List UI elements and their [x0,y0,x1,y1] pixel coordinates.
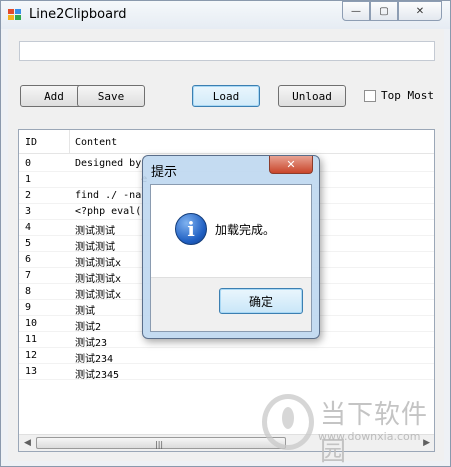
column-divider[interactable] [69,130,70,154]
window-title: Line2Clipboard [29,7,127,22]
dialog-body: i 加载完成。 确定 [150,184,312,332]
list-item-content: 测试23 [75,338,108,349]
list-item-content: 测试测试 [75,226,115,237]
scroll-thumb[interactable]: ||| [36,437,286,449]
list-item[interactable]: 12 测试234 [19,348,434,365]
list-item-id: 5 [25,238,32,249]
column-header-id[interactable]: ID [25,137,37,148]
topmost-checkbox[interactable] [364,90,376,102]
list-item-id: 6 [25,254,32,265]
dialog-title: 提示 [151,165,178,180]
list-item-content: 测试测试x [75,274,122,285]
list-item-id: 4 [25,222,32,233]
save-button[interactable]: Save [77,85,145,107]
watermark-logo [262,394,314,450]
unload-button[interactable]: Unload [278,85,346,107]
list-item-content: 测试234 [75,354,114,365]
list-item-content: 测试2345 [75,370,120,381]
list-item-content: 测试测试 [75,242,115,253]
list-item-id: 1 [25,174,32,185]
list-item-id: 8 [25,286,32,297]
list-item-id: 7 [25,270,32,281]
list-item-id: 11 [25,334,38,345]
info-icon: i [175,213,207,245]
list-item-content: 测试测试x [75,290,122,301]
list-item-id: 9 [25,302,32,313]
maximize-icon: ▢ [379,5,389,17]
maximize-button[interactable]: ▢ [370,1,398,21]
list-item[interactable]: 13 测试2345 [19,364,434,381]
list-item-id: 2 [25,190,32,201]
list-item-content: <?php eval( [75,206,142,217]
scroll-left-icon[interactable]: ◀ [24,438,31,448]
line-input[interactable] [19,41,435,61]
watermark-url: www.downxia.com [318,430,421,443]
app-icon [8,9,21,21]
column-header-content[interactable]: Content [75,137,117,148]
list-item-content: find ./ -na [75,190,142,201]
close-icon: ✕ [415,5,425,17]
caption-buttons: — ▢ ✕ [342,1,442,21]
list-item-id: 13 [25,366,38,377]
dialog-close-button[interactable]: ✕ [269,156,313,174]
list-item-content: 测试2 [75,322,102,333]
list-item-content: Designed by [75,158,142,169]
ok-button[interactable]: 确定 [219,288,303,314]
list-item-content: e [75,174,148,185]
list-item-id: 0 [25,158,32,169]
close-icon: ✕ [286,158,296,171]
dialog-message: 加载完成。 [215,223,276,237]
close-button[interactable]: ✕ [398,1,442,21]
list-item-id: 10 [25,318,38,329]
watermark: 当下软件园 www.downxia.com [262,392,442,467]
scroll-grip: ||| [155,440,164,449]
list-item-content: 测试 [75,306,95,317]
message-dialog: 提示 ✕ i 加载完成。 确定 [142,155,320,339]
list-item-id: 3 [25,206,32,217]
list-header: ID Content [19,130,434,154]
load-button[interactable]: Load [192,85,260,107]
list-item-id: 12 [25,350,38,361]
topmost-label: Top Most [381,89,434,102]
title-bar[interactable]: Line2Clipboard — ▢ ✕ [1,1,450,29]
minimize-icon: — [351,5,361,17]
list-item-content: 测试测试x [75,258,122,269]
minimize-button[interactable]: — [342,1,370,21]
dialog-footer: 确定 [151,277,311,331]
